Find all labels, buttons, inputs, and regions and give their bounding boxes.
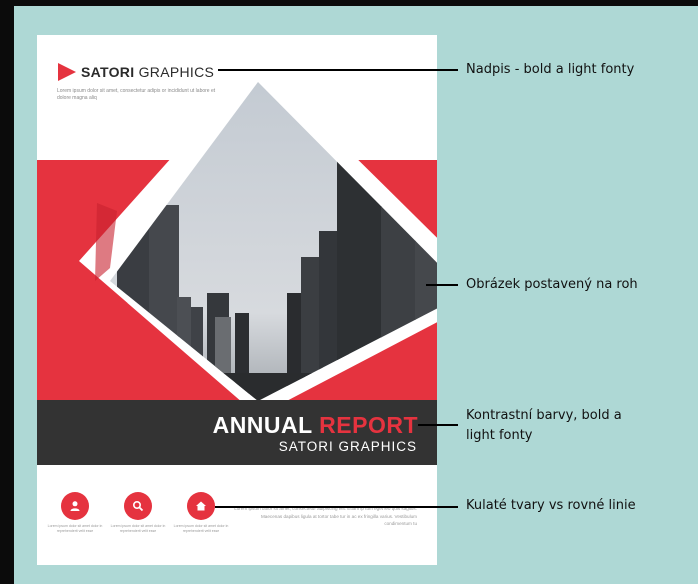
footer-paragraph: Lorem ipsum dolor sit amet, consectetur … <box>234 506 417 526</box>
leader-line <box>426 284 458 286</box>
annotation-label: Obrázek postavený na roh <box>466 277 638 292</box>
cover-artwork <box>37 61 437 465</box>
home-icon <box>196 501 206 511</box>
leader-line <box>218 69 458 71</box>
brochure-logo: SATORI GRAPHICS <box>57 62 214 82</box>
icon-caption: Lorem ipsum dolor sit amet dolor in repr… <box>173 524 229 533</box>
icon-caption: Lorem ipsum dolor sit amet dolor in repr… <box>110 524 166 533</box>
search-circle <box>124 492 152 520</box>
play-triangle-icon <box>58 63 76 81</box>
leader-line <box>418 424 458 426</box>
logo-bold: SATORI <box>81 64 135 80</box>
user-circle <box>61 492 89 520</box>
report-title: ANNUAL REPORT <box>213 412 418 439</box>
report-title-bold: ANNUAL <box>212 412 313 438</box>
logo-light: GRAPHICS <box>138 64 215 80</box>
brochure-tagline: Lorem ipsum dolor sit amet, consectetur … <box>57 88 216 101</box>
user-icon <box>70 501 80 511</box>
home-circle <box>187 492 215 520</box>
annotation-label-line2: light fonty <box>466 428 533 443</box>
logo-text: SATORI GRAPHICS <box>81 64 214 80</box>
search-icon <box>132 500 144 512</box>
report-title-accent: REPORT <box>319 412 418 438</box>
brochure-page: SATORI GRAPHICS Lorem ipsum dolor sit am… <box>37 35 437 565</box>
leader-line <box>215 506 458 508</box>
icon-caption: Lorem ipsum dolor sit amet dolor in repr… <box>47 524 103 533</box>
annotation-label: Nadpis - bold a light fonty <box>466 62 635 77</box>
annotation-label: Kulaté tvary vs rovné linie <box>466 498 636 513</box>
report-subtitle: SATORI GRAPHICS <box>278 439 417 454</box>
annotation-label-line1: Kontrastní barvy, bold a <box>466 408 622 423</box>
